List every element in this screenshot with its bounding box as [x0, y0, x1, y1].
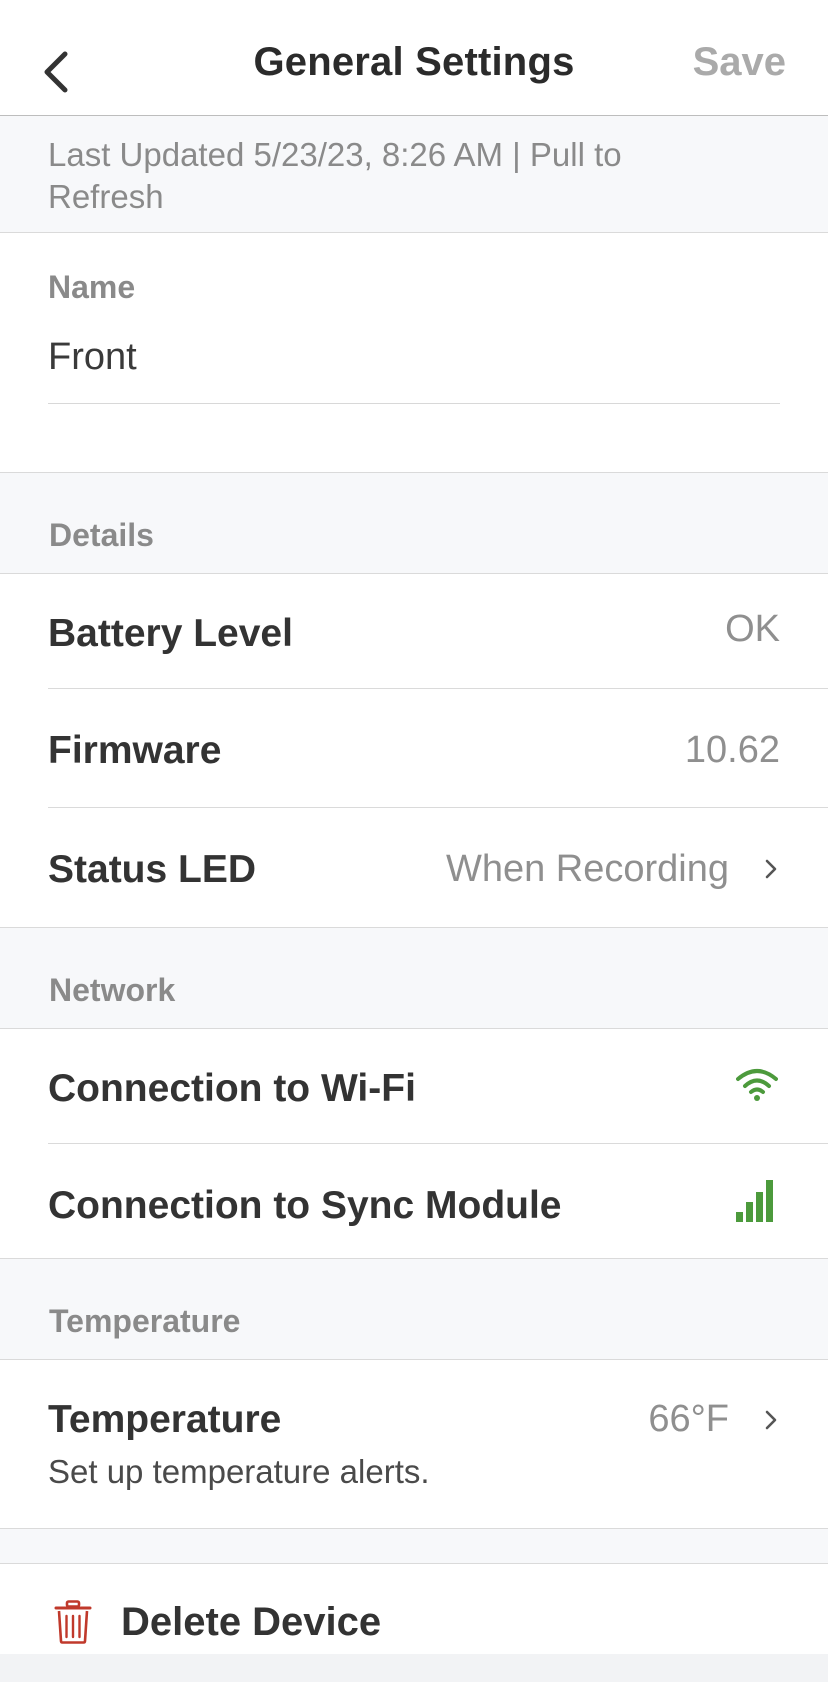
name-section: Name — [0, 233, 828, 473]
firmware-row: Firmware 10.62 — [0, 689, 828, 808]
status-led-label: Status LED — [48, 848, 257, 891]
battery-level-label: Battery Level — [48, 612, 293, 655]
wifi-connection-row: Connection to Wi-Fi — [0, 1029, 828, 1144]
bottom-edge — [0, 1654, 828, 1682]
last-updated-bar: Last Updated 5/23/23, 8:26 AM | Pull to … — [0, 116, 828, 233]
wifi-signal-icon — [736, 1069, 778, 1101]
temperature-value: 66°F — [648, 1398, 729, 1440]
section-header-temperature: Temperature — [0, 1259, 828, 1360]
section-header-network: Network — [0, 928, 828, 1029]
battery-level-value: OK — [725, 608, 780, 650]
battery-level-row: Battery Level OK — [0, 574, 828, 689]
last-updated-text: Last Updated 5/23/23, 8:26 AM | Pull to … — [48, 136, 622, 215]
temperature-description: Set up temperature alerts. — [48, 1453, 430, 1490]
wifi-connection-label: Connection to Wi-Fi — [48, 1067, 416, 1110]
save-button[interactable]: Save — [693, 40, 786, 85]
section-header-details: Details — [0, 473, 828, 574]
name-label: Name — [48, 269, 136, 305]
section-title-details: Details — [49, 517, 154, 553]
delete-device-label: Delete Device — [121, 1600, 382, 1644]
sync-module-connection-label: Connection to Sync Module — [48, 1184, 562, 1227]
firmware-value: 10.62 — [684, 729, 780, 771]
signal-bars-icon — [736, 1180, 773, 1222]
status-led-value: When Recording — [445, 848, 729, 890]
temperature-row[interactable]: Temperature 66°F Set up temperature aler… — [0, 1360, 828, 1529]
firmware-label: Firmware — [48, 729, 222, 772]
nav-header: General Settings Save — [0, 0, 828, 116]
chevron-right-icon — [765, 859, 777, 879]
status-led-row[interactable]: Status LED When Recording — [0, 808, 828, 928]
section-title-network: Network — [49, 972, 176, 1008]
temperature-label: Temperature — [48, 1398, 282, 1441]
name-input[interactable] — [48, 325, 780, 404]
section-title-temperature: Temperature — [49, 1303, 241, 1339]
chevron-right-icon — [765, 1410, 777, 1430]
section-gap — [0, 1529, 828, 1563]
sync-module-connection-row: Connection to Sync Module — [0, 1144, 828, 1259]
trash-icon — [54, 1600, 92, 1644]
